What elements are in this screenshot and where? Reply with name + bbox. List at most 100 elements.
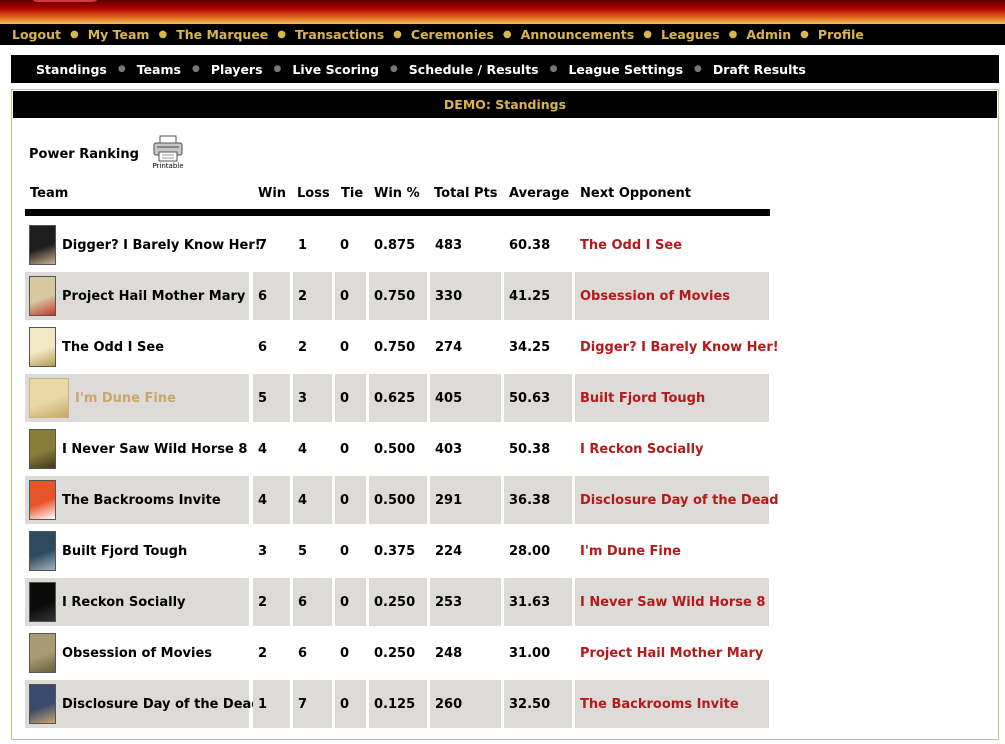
team-poster[interactable] [29,378,69,418]
team-poster[interactable] [29,633,56,673]
site-logo [30,0,100,2]
printable-button[interactable]: Printable [149,135,187,173]
win-cell: 6 [258,339,268,355]
col-header-win: Win [258,186,287,201]
win-pct-cell: 0.500 [369,476,427,524]
next-opponent-link[interactable]: Project Hail Mother Mary [575,629,769,677]
table-row: Obsession of Movies 2 6 0 0.250 248 31.00 Proje… [25,628,785,679]
win-cell: 2 [253,578,290,626]
average-cell: 32.50 [504,680,572,728]
main-nav-logout[interactable]: Logout [12,27,61,42]
average-cell: 50.63 [504,374,572,422]
tie-cell: 0 [335,476,366,524]
team-poster[interactable] [29,582,56,622]
team-cell: The Odd I See [25,323,249,371]
col-header-average: Average [509,186,570,201]
team-name-link[interactable]: Project Hail Mother Mary [62,289,245,304]
team-poster[interactable] [29,480,56,520]
team-cell: Obsession of Movies [25,629,249,677]
sub-nav-live-scoring[interactable]: Live Scoring [292,62,379,77]
team-poster[interactable] [29,429,56,469]
average-cell: 31.00 [509,645,551,661]
win-pct-cell: 0.250 [369,578,427,626]
loss-cell: 1 [298,237,308,253]
tie-cell: 0 [335,578,366,626]
main-nav-announcements[interactable]: Announcements [521,27,635,42]
next-opponent-link[interactable]: I Never Saw Wild Horse 8 [575,578,769,626]
loss-cell: 6 [293,578,332,626]
team-name-link[interactable]: I'm Dune Fine [75,391,176,406]
main-nav-profile[interactable]: Profile [818,27,864,42]
loss-cell: 6 [298,645,308,661]
win-pct-cell: 0.750 [369,272,427,320]
team-cell: I'm Dune Fine [25,374,249,422]
sub-nav-players[interactable]: Players [211,62,263,77]
win-cell: 4 [258,441,268,457]
main-nav-admin[interactable]: Admin [746,27,791,42]
win-pct-cell: 0.250 [374,645,416,661]
nav-separator: ● [502,29,512,40]
next-opponent-link[interactable]: I Reckon Socially [575,425,769,473]
team-poster[interactable] [29,276,56,316]
col-header-tie: Tie [341,186,364,201]
team-poster[interactable] [29,531,56,571]
win-pct-cell: 0.875 [374,237,416,253]
team-name-link[interactable]: Built Fjord Tough [62,544,187,559]
table-row: I'm Dune Fine 5 3 0 0.625 405 50.63 Built Fjord… [25,373,785,424]
win-pct-cell: 0.500 [374,441,416,457]
sub-nav-schedule-results[interactable]: Schedule / Results [409,62,539,77]
team-name-link[interactable]: The Backrooms Invite [62,493,221,508]
table-row: The Odd I See 6 2 0 0.750 274 34.25 Digger? I B… [25,322,785,373]
main-nav-my-team[interactable]: My Team [88,27,150,42]
subnav-separator: ● [191,64,200,74]
team-name-link[interactable]: I Reckon Socially [62,595,186,610]
total-pts-cell: 274 [435,339,463,355]
next-opponent-link[interactable]: Digger? I Barely Know Her! [575,323,779,371]
team-poster[interactable] [29,327,56,367]
win-pct-cell: 0.125 [369,680,427,728]
main-nav-ceremonies[interactable]: Ceremonies [411,27,494,42]
win-cell: 2 [258,645,268,661]
header-divider [25,209,770,216]
team-name-link[interactable]: Digger? I Barely Know Her! [62,238,261,253]
tie-cell: 0 [340,645,350,661]
next-opponent-link[interactable]: Built Fjord Tough [575,374,769,422]
power-ranking-link[interactable]: Power Ranking [29,147,139,162]
tie-cell: 0 [340,237,350,253]
tie-cell: 0 [340,441,350,457]
total-pts-cell: 405 [430,374,501,422]
nav-separator: ● [800,29,809,40]
win-cell: 1 [253,680,290,728]
sub-nav-standings[interactable]: Standings [36,62,107,77]
subnav-separator: ● [694,64,702,74]
team-cell: Project Hail Mother Mary [25,272,249,320]
loss-cell: 2 [298,339,308,355]
team-name-link[interactable]: The Odd I See [62,340,164,355]
next-opponent-link[interactable]: The Odd I See [575,221,769,269]
sub-nav-draft-results[interactable]: Draft Results [713,62,806,77]
table-row: Project Hail Mother Mary 6 2 0 0.750 330 41.25… [25,271,785,322]
next-opponent-link[interactable]: The Backrooms Invite [575,680,769,728]
tie-cell: 0 [340,543,350,559]
win-pct-cell: 0.625 [369,374,427,422]
sub-nav-league-settings[interactable]: League Settings [568,62,683,77]
team-name-link[interactable]: Disclosure Day of the Dead [62,697,261,712]
next-opponent-link[interactable]: Obsession of Movies [575,272,769,320]
team-name-link[interactable]: Obsession of Movies [62,646,212,661]
average-cell: 50.38 [509,441,551,457]
main-nav-transactions[interactable]: Transactions [295,27,384,42]
total-pts-cell: 260 [430,680,501,728]
team-name-link[interactable]: I Never Saw Wild Horse 8 [62,442,247,457]
sub-nav-teams[interactable]: Teams [137,62,181,77]
nav-separator: ● [277,29,287,40]
team-poster[interactable] [29,225,56,265]
main-nav-the-marquee[interactable]: The Marquee [176,27,268,42]
main-nav-leagues[interactable]: Leagues [661,27,720,42]
next-opponent-link[interactable]: Disclosure Day of the Dead [575,476,779,524]
loss-cell: 5 [298,543,308,559]
subnav-separator: ● [273,64,282,74]
nav-separator: ● [728,29,738,40]
next-opponent-link[interactable]: I'm Dune Fine [575,527,769,575]
team-poster[interactable] [29,684,56,724]
loss-cell: 2 [293,272,332,320]
